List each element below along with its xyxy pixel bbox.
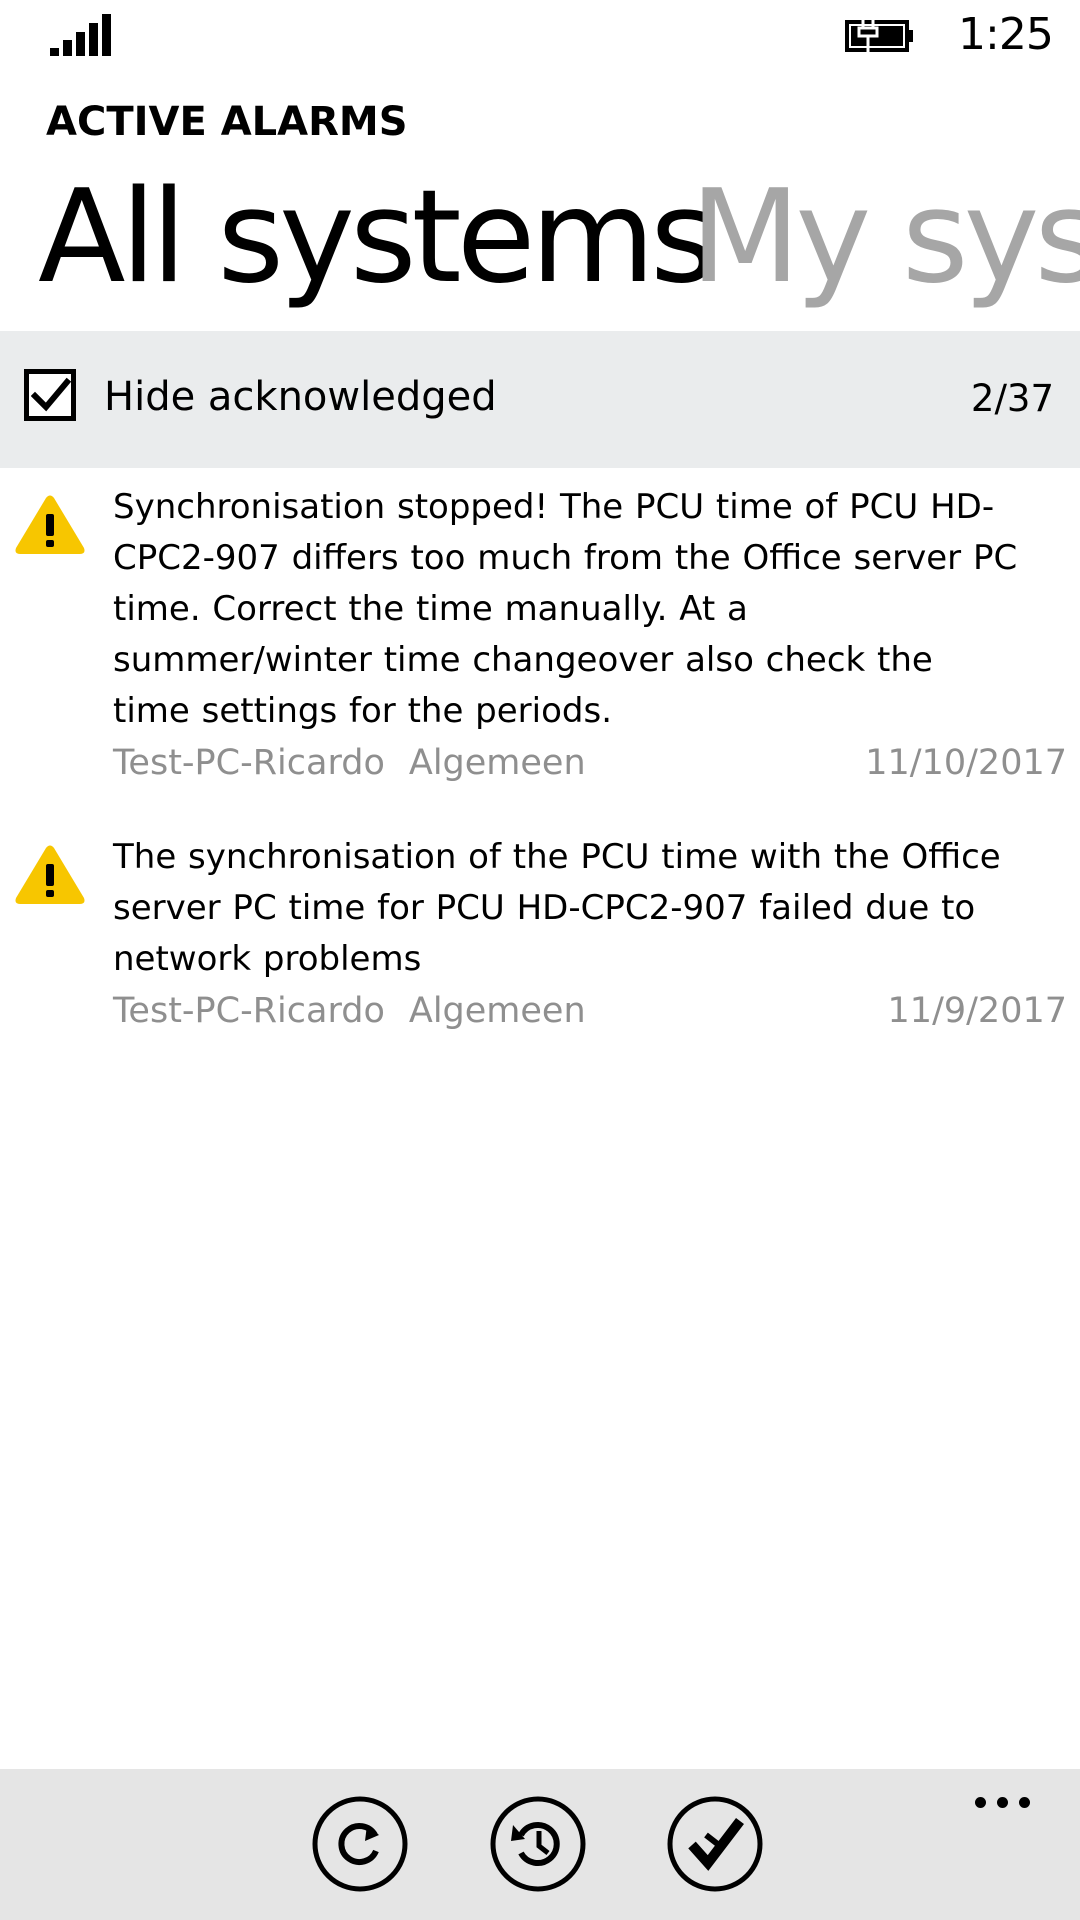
warning-icon [15,845,85,904]
more-dot [997,1797,1008,1808]
status-bar: 1:25 [0,0,1080,72]
pivot-tab-all-systems[interactable]: All systems [38,158,717,318]
alarm-message: Synchronisation stopped! The PCU time of… [113,487,1018,731]
pivot-tab-my-systems[interactable]: My systems [690,158,1080,318]
alarm-date: 11/10/2017 [865,743,1067,783]
alarm-group: Algemeen [408,743,586,783]
alarm-system: Test-PC-Ricardo [113,991,385,1031]
more-ellipsis-icon[interactable] [975,1797,1031,1817]
alarm-message: The synchronisation of the PCU time with… [113,837,1001,979]
battery-charging-icon [845,18,913,54]
filter-bar: Hide acknowledged 2/37 [0,331,1080,468]
alarm-date: 11/9/2017 [887,991,1067,1031]
hide-acknowledged-label[interactable]: Hide acknowledged [104,371,497,423]
more-dot [1019,1797,1030,1808]
alarm-list-item[interactable]: The synchronisation of the PCU time with… [0,818,1080,1118]
more-dot [975,1797,986,1808]
alarm-list-item[interactable]: Synchronisation stopped! The PCU time of… [0,468,1080,818]
app-title: ACTIVE ALARMS [46,99,408,145]
warning-icon [15,495,85,554]
clock: 1:25 [958,9,1054,60]
alarm-list: Synchronisation stopped! The PCU time of… [0,468,1080,1118]
checkmark-icon [31,377,71,412]
alarm-system: Test-PC-Ricardo [113,743,385,783]
hide-acknowledged-checkbox[interactable] [24,369,76,421]
signal-strength-icon [50,14,111,56]
alarm-group: Algemeen [408,991,586,1031]
refresh-icon[interactable] [311,1795,409,1893]
history-icon[interactable] [489,1795,587,1893]
pivot-header-strip: All systems My systems [0,158,1080,318]
alarm-meta: Test-PC-Ricardo Algemeen 11/10/2017 [113,738,1067,788]
alarm-count: 2/37 [970,377,1054,420]
app-bar [0,1769,1080,1920]
alarm-meta: Test-PC-Ricardo Algemeen 11/9/2017 [113,986,1067,1036]
acknowledge-check-icon[interactable] [666,1795,764,1893]
